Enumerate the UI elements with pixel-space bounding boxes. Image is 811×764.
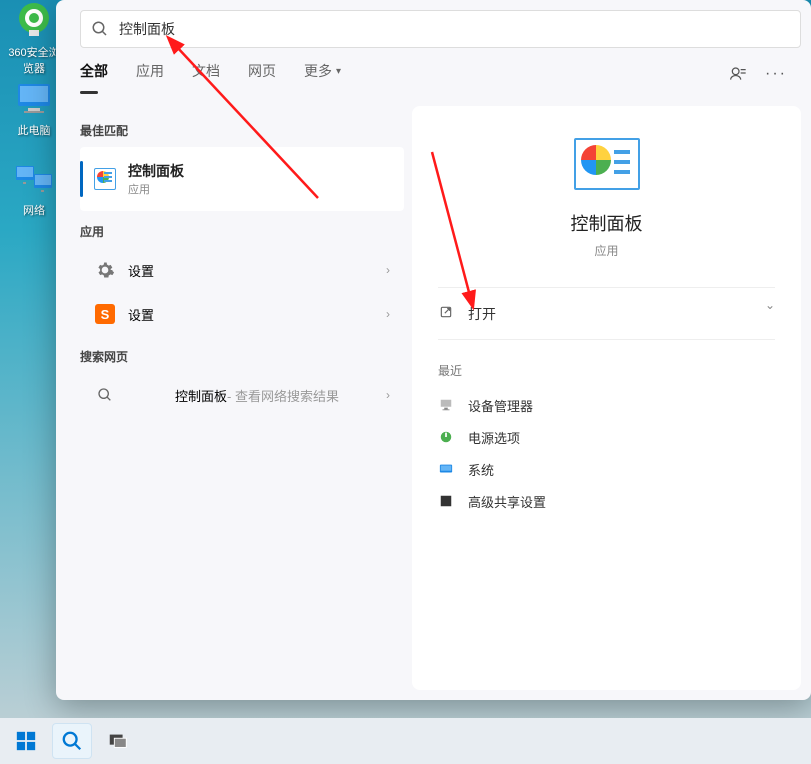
recent-label: 电源选项	[468, 428, 520, 447]
more-icon[interactable]: ···	[765, 65, 787, 83]
desktop-icon-this-pc[interactable]: 此电脑	[4, 78, 64, 138]
section-web: 搜索网页	[80, 348, 412, 365]
tab-more[interactable]: 更多▾	[304, 61, 341, 87]
recent-device-manager[interactable]: 设备管理器	[438, 389, 775, 421]
browser-icon	[14, 0, 54, 40]
result-best-match[interactable]: 控制面板 应用	[80, 147, 404, 211]
web-suffix: - 查看网络搜索结果	[227, 386, 339, 405]
recent-label: 最近	[438, 362, 775, 379]
recent-label: 系统	[468, 460, 494, 479]
details-subtitle: 应用	[438, 242, 775, 259]
desktop-icon-360[interactable]: 360安全浏览器	[4, 0, 64, 76]
chevron-right-icon: ›	[386, 388, 390, 402]
device-manager-icon	[438, 397, 454, 413]
search-icon	[91, 20, 109, 38]
tabs: 全部 应用 文档 网页 更多▾ ···	[56, 48, 811, 100]
search-panel: 全部 应用 文档 网页 更多▾ ··· 最佳匹配 控制面板 应用 应用	[56, 0, 811, 700]
web-prefix: 控制面板	[175, 386, 227, 405]
search-bar[interactable]	[80, 10, 801, 48]
control-panel-icon	[574, 136, 640, 192]
result-web-search[interactable]: 控制面板 - 查看网络搜索结果 ›	[80, 373, 404, 417]
open-action[interactable]: 打开	[438, 288, 775, 340]
control-panel-icon	[94, 168, 116, 190]
monitor-icon	[14, 78, 54, 118]
section-best-match: 最佳匹配	[80, 122, 412, 139]
account-icon[interactable]	[729, 63, 749, 86]
desktop-icon-network[interactable]: 网络	[4, 158, 64, 218]
share-icon	[438, 493, 454, 509]
desktop-icon-label: 此电脑	[18, 125, 51, 137]
results-left: 最佳匹配 控制面板 应用 应用 设置 › S 设置	[56, 100, 412, 700]
result-label: 设置	[128, 261, 386, 280]
result-app-sogou[interactable]: S 设置 ›	[80, 292, 404, 336]
details-title: 控制面板	[438, 210, 775, 236]
chevron-down-icon[interactable]: ⌄	[761, 294, 779, 316]
start-button[interactable]	[6, 723, 46, 759]
tab-all[interactable]: 全部	[80, 61, 108, 87]
network-icon	[14, 158, 54, 198]
recent-share[interactable]: 高级共享设置	[438, 485, 775, 517]
tab-web[interactable]: 网页	[248, 61, 276, 87]
taskbar	[0, 718, 811, 764]
result-app-settings[interactable]: 设置 ›	[80, 248, 404, 292]
chevron-down-icon: ▾	[336, 66, 341, 77]
tab-apps[interactable]: 应用	[136, 61, 164, 87]
tab-docs[interactable]: 文档	[192, 61, 220, 87]
search-icon	[94, 384, 116, 406]
chevron-right-icon: ›	[386, 263, 390, 277]
result-label: 设置	[128, 305, 386, 324]
chevron-right-icon: ›	[386, 307, 390, 321]
system-icon	[438, 461, 454, 477]
recent-system[interactable]: 系统	[438, 453, 775, 485]
section-apps: 应用	[80, 223, 412, 240]
recent-label: 设备管理器	[468, 396, 533, 415]
recent-power[interactable]: 电源选项	[438, 421, 775, 453]
details-pane: 控制面板 应用 ⌄ 打开 最近 设备管理器 电源选项 系	[412, 106, 801, 690]
open-label: 打开	[468, 304, 496, 324]
search-input[interactable]	[119, 21, 790, 37]
power-icon	[438, 429, 454, 445]
taskbar-search-button[interactable]	[52, 723, 92, 759]
recent-label: 高级共享设置	[468, 492, 546, 511]
task-view-button[interactable]	[98, 723, 138, 759]
desktop-icon-label: 网络	[23, 205, 45, 217]
open-icon	[438, 305, 454, 322]
result-title: 控制面板	[128, 161, 390, 181]
result-subtitle: 应用	[128, 181, 390, 197]
desktop-icon-label: 360安全浏览器	[8, 47, 59, 75]
gear-icon	[94, 259, 116, 281]
sogou-icon: S	[94, 303, 116, 325]
